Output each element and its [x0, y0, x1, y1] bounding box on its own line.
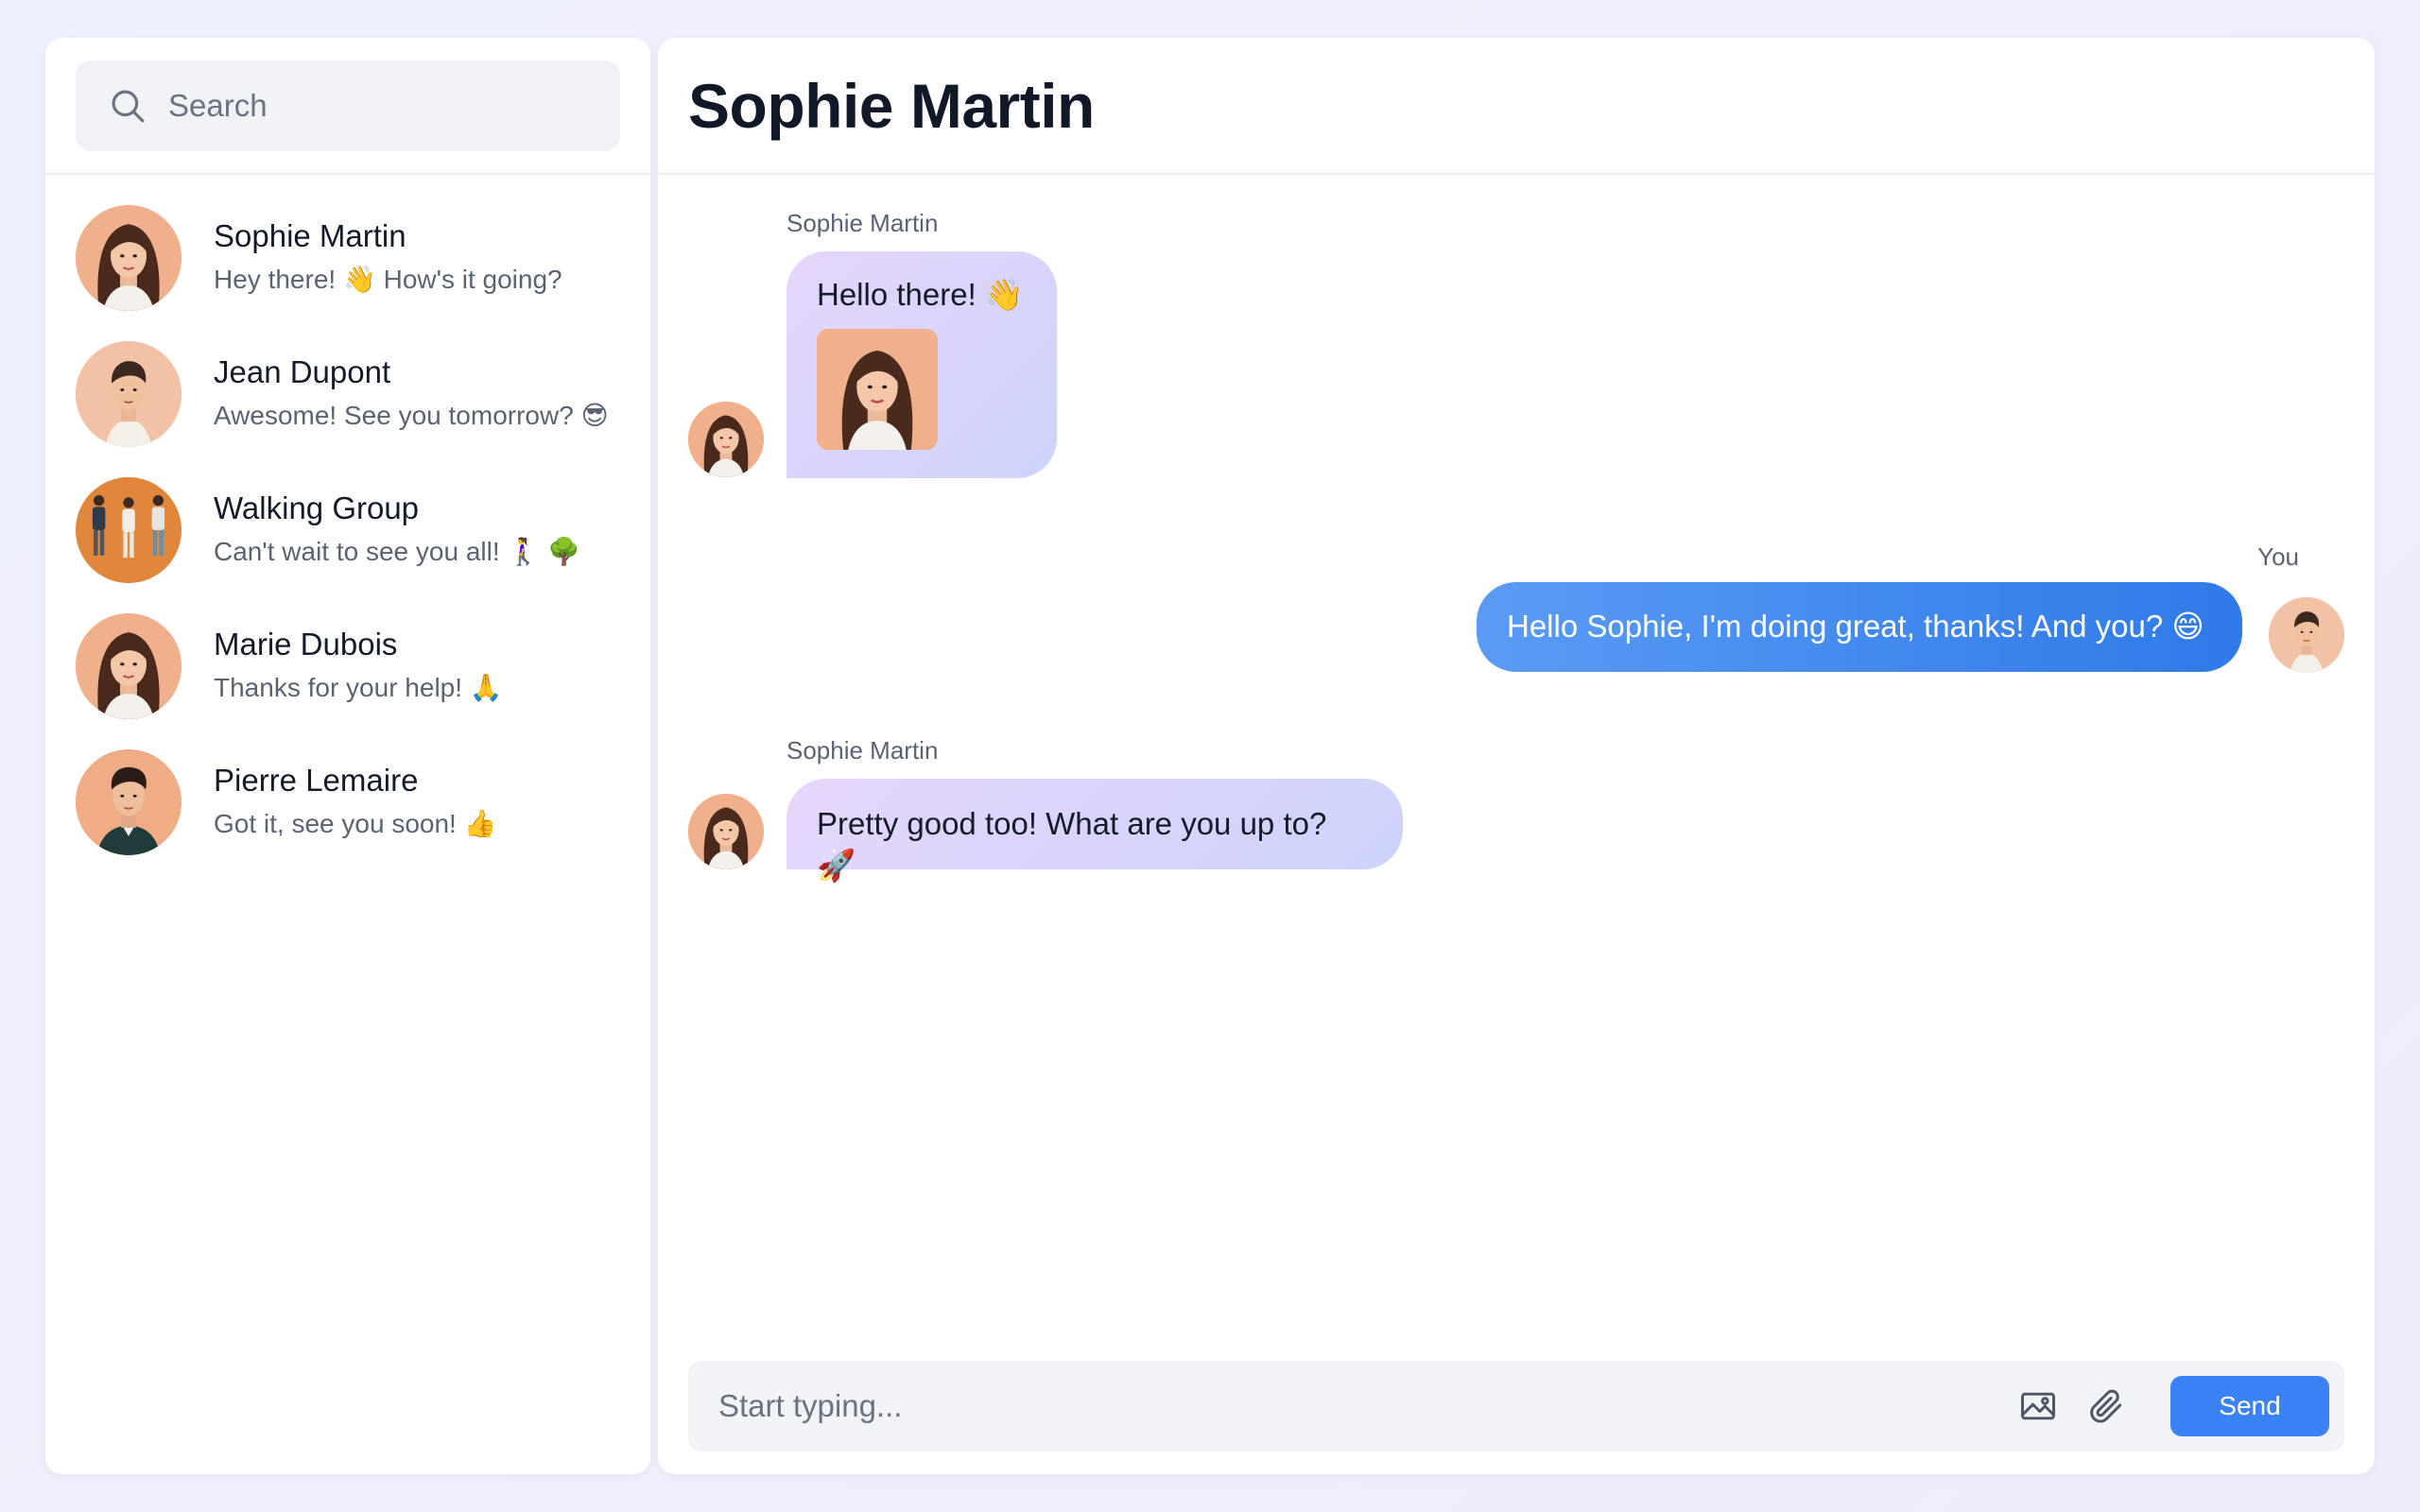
conversation-list: Sophie Martin Hey there! 👋 How's it goin…	[45, 175, 650, 870]
message-image[interactable]	[817, 329, 938, 450]
message-bubble-outgoing: Hello Sophie, I'm doing great, thanks! A…	[1477, 582, 2242, 672]
conversation-item-walking-group[interactable]: Walking Group Can't wait to see you all!…	[45, 462, 650, 598]
conversation-text: Marie Dubois Thanks for your help! 🙏	[214, 624, 503, 709]
paperclip-icon[interactable]	[2085, 1385, 2127, 1427]
messaging-app: Sophie Martin Hey there! 👋 How's it goin…	[0, 0, 2420, 1512]
avatar	[76, 613, 182, 719]
send-button[interactable]: Send	[2170, 1376, 2329, 1436]
conversation-text: Jean Dupont Awesome! See you tomorrow? 😎	[214, 352, 609, 437]
conversation-sidebar: Sophie Martin Hey there! 👋 How's it goin…	[45, 38, 650, 1474]
sender-avatar	[688, 794, 764, 869]
contact-name: Sophie Martin	[214, 218, 406, 253]
conversation-text: Walking Group Can't wait to see you all!…	[214, 488, 580, 573]
message-composer: Send	[688, 1361, 2344, 1452]
conversation-item-sophie-martin[interactable]: Sophie Martin Hey there! 👋 How's it goin…	[45, 190, 650, 326]
message-sender: Sophie Martin	[786, 209, 939, 237]
last-message-preview: Can't wait to see you all! 🚶‍♀️ 🌳	[214, 537, 580, 566]
chat-pane: Sophie Martin Sophie Martin Hello there!…	[658, 38, 2375, 1474]
last-message-preview: Hey there! 👋 How's it going?	[214, 265, 562, 294]
conversation-text: Pierre Lemaire Got it, see you soon! 👍	[214, 760, 496, 845]
chat-header: Sophie Martin	[658, 38, 2375, 175]
search-box[interactable]	[76, 60, 620, 151]
sender-avatar	[688, 402, 764, 477]
contact-name: Walking Group	[214, 490, 420, 525]
image-icon[interactable]	[2017, 1385, 2059, 1427]
message-text: Hello there! 👋	[817, 277, 1025, 312]
conversation-item-jean-dupont[interactable]: Jean Dupont Awesome! See you tomorrow? 😎	[45, 326, 650, 462]
message-input[interactable]	[718, 1388, 2017, 1424]
message-bubble-incoming: Pretty good too! What are you up to? 🚀	[786, 779, 1403, 883]
group-avatar	[76, 477, 182, 583]
last-message-preview: Awesome! See you tomorrow? 😎	[214, 401, 609, 430]
contact-name: Marie Dubois	[214, 627, 398, 662]
last-message-preview: Thanks for your help! 🙏	[214, 673, 503, 702]
conversation-text: Sophie Martin Hey there! 👋 How's it goin…	[214, 215, 562, 301]
search-icon	[112, 90, 145, 123]
conversation-item-pierre-lemaire[interactable]: Pierre Lemaire Got it, see you soon! 👍	[45, 734, 650, 870]
contact-name: Pierre Lemaire	[214, 763, 419, 798]
avatar	[76, 205, 182, 311]
message-sender: Sophie Martin	[786, 736, 939, 765]
search-input[interactable]	[168, 88, 584, 124]
message-bubble-incoming: Hello there! 👋	[786, 251, 1057, 478]
avatar	[76, 341, 182, 447]
user-avatar	[2269, 597, 2344, 673]
conversation-item-marie-dubois[interactable]: Marie Dubois Thanks for your help! 🙏	[45, 598, 650, 734]
search-area	[45, 38, 650, 175]
chat-title: Sophie Martin	[688, 70, 1095, 141]
message-sender: You	[2257, 542, 2299, 571]
avatar	[76, 749, 182, 855]
last-message-preview: Got it, see you soon! 👍	[214, 809, 497, 838]
message-text: Pretty good too! What are you up to? 🚀	[817, 806, 1327, 883]
contact-name: Jean Dupont	[214, 354, 391, 389]
message-text: Hello Sophie, I'm doing great, thanks! A…	[1507, 609, 2204, 644]
